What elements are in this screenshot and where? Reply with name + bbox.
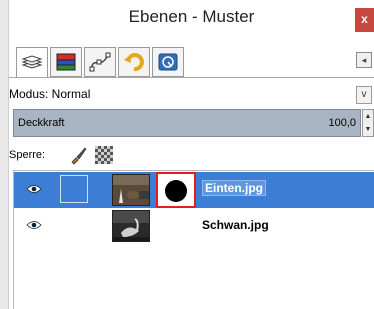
layers-tab-icon bbox=[21, 54, 43, 69]
channels-tab-icon bbox=[56, 53, 76, 71]
lock-label: Sperre: bbox=[9, 149, 46, 161]
layer-row-schwan[interactable]: Schwan.jpg bbox=[14, 208, 374, 244]
layer-thumbnail bbox=[112, 210, 150, 242]
title-bar[interactable]: Ebenen - Muster x bbox=[9, 0, 374, 40]
close-button[interactable]: x bbox=[355, 8, 374, 32]
tab-undo-history[interactable] bbox=[118, 47, 150, 77]
mode-dropdown-button[interactable]: v bbox=[356, 86, 372, 104]
visibility-eye-icon[interactable] bbox=[26, 184, 42, 194]
paths-tab-icon bbox=[89, 52, 111, 72]
opacity-label: Deckkraft bbox=[18, 117, 65, 129]
chain-link-toggle[interactable] bbox=[60, 175, 88, 203]
layer-row-einten[interactable]: Einten.jpg bbox=[14, 172, 374, 208]
opacity-slider[interactable]: Deckkraft 100,0 bbox=[13, 109, 361, 137]
layer-thumbnail bbox=[112, 174, 150, 206]
lock-alpha-checker-icon[interactable] bbox=[95, 146, 113, 164]
opacity-value: 100,0 bbox=[328, 117, 356, 129]
layer-name[interactable]: Schwan.jpg bbox=[202, 218, 269, 232]
window-left-edge bbox=[0, 0, 9, 309]
layer-mask-thumbnail[interactable] bbox=[156, 172, 196, 208]
layer-name[interactable]: Einten.jpg bbox=[202, 180, 266, 196]
opacity-spin-button[interactable]: ▲ ▼ bbox=[362, 109, 374, 137]
tab-help[interactable] bbox=[152, 47, 184, 77]
mode-row: Modus: Normal v bbox=[9, 86, 374, 104]
window-title: Ebenen - Muster bbox=[128, 7, 255, 26]
tab-layers[interactable] bbox=[16, 47, 48, 78]
tab-divider bbox=[9, 77, 374, 78]
visibility-eye-icon[interactable] bbox=[26, 220, 42, 230]
lock-pixels-brush-icon[interactable] bbox=[68, 145, 88, 165]
tab-channels[interactable] bbox=[50, 47, 82, 77]
tab-paths[interactable] bbox=[84, 47, 116, 77]
tab-menu-button[interactable]: ◂ bbox=[356, 52, 372, 68]
undo-history-tab-icon bbox=[124, 53, 144, 72]
dock-tab-strip bbox=[16, 47, 184, 78]
help-tab-icon bbox=[158, 53, 178, 71]
mode-label: Modus: Normal bbox=[9, 87, 91, 101]
